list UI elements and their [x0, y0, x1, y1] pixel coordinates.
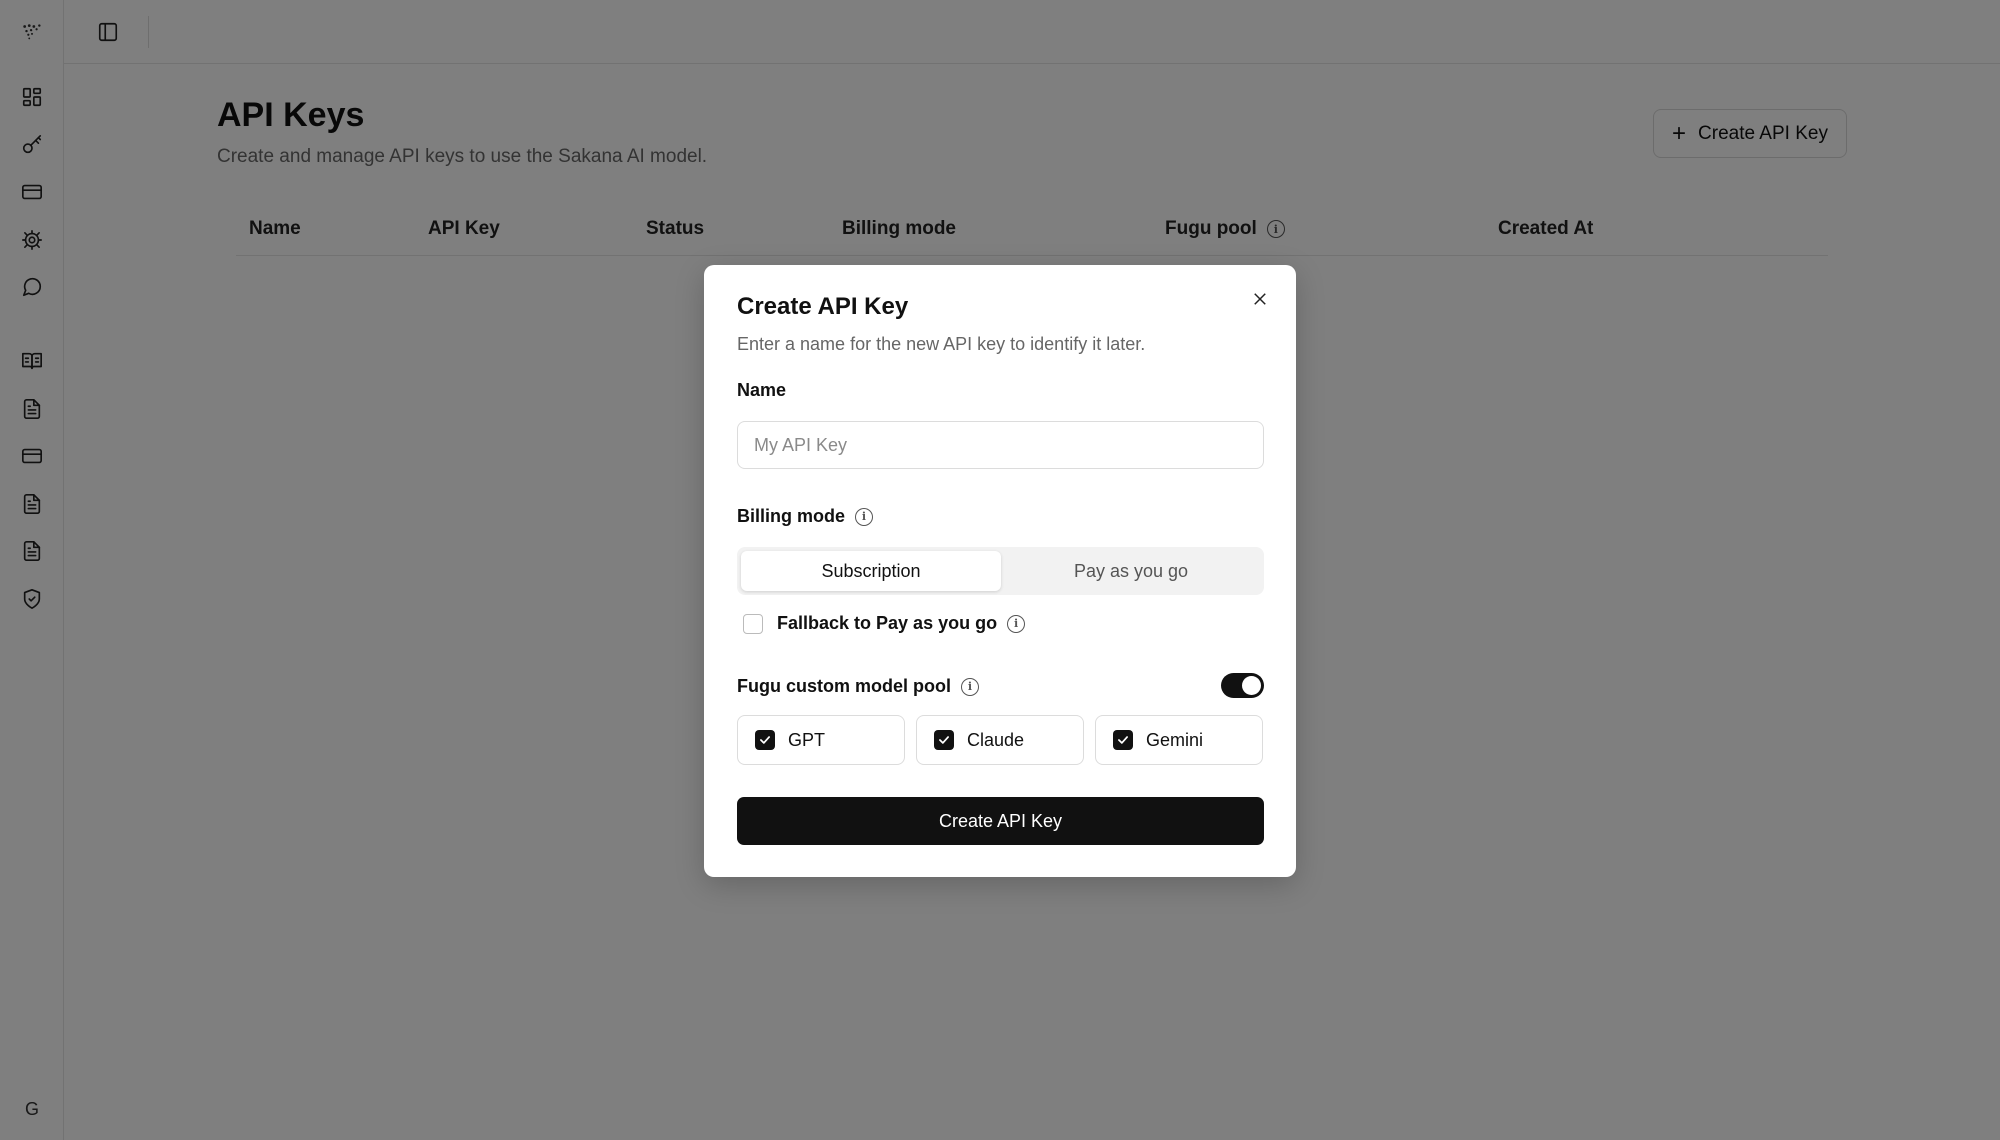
info-icon[interactable]: i	[1007, 614, 1026, 633]
model-pool-label: Fugu custom model pool i	[737, 676, 979, 697]
dialog-title: Create API Key	[737, 293, 909, 320]
close-icon[interactable]	[1248, 287, 1272, 311]
model-option-gpt[interactable]: GPT	[737, 715, 905, 765]
fallback-option[interactable]: Fallback to Pay as you go i	[743, 613, 1026, 634]
fallback-label: Fallback to Pay as you go	[777, 613, 998, 633]
model-option-gemini[interactable]: Gemini	[1095, 715, 1263, 765]
model-option-label: GPT	[788, 729, 826, 750]
info-icon[interactable]: i	[855, 507, 873, 526]
toggle-knob	[1242, 676, 1261, 695]
billing-mode-segmented-control: Subscription Pay as you go	[737, 547, 1264, 595]
create-api-key-dialog: Create API Key Enter a name for the new …	[704, 265, 1296, 877]
info-icon[interactable]: i	[961, 677, 979, 696]
name-label: Name	[737, 380, 787, 400]
billing-option-pay-as-you-go[interactable]: Pay as you go	[1001, 551, 1261, 591]
model-pool-label-text: Fugu custom model pool	[737, 676, 951, 696]
fallback-checkbox[interactable]	[743, 613, 763, 634]
billing-mode-label: Billing mode i	[737, 506, 873, 527]
model-option-label: Gemini	[1146, 729, 1204, 750]
model-option-claude[interactable]: Claude	[916, 715, 1084, 765]
model-option-label: Claude	[967, 729, 1025, 750]
check-icon[interactable]	[934, 730, 954, 750]
check-icon[interactable]	[1113, 730, 1133, 750]
billing-mode-label-text: Billing mode	[737, 506, 845, 526]
check-icon[interactable]	[755, 730, 775, 750]
billing-option-subscription[interactable]: Subscription	[741, 551, 1001, 591]
dialog-description: Enter a name for the new API key to iden…	[737, 334, 1146, 354]
submit-create-api-key-button[interactable]: Create API Key	[737, 797, 1264, 845]
name-input[interactable]	[737, 421, 1264, 469]
model-pool-toggle[interactable]	[1221, 673, 1264, 698]
